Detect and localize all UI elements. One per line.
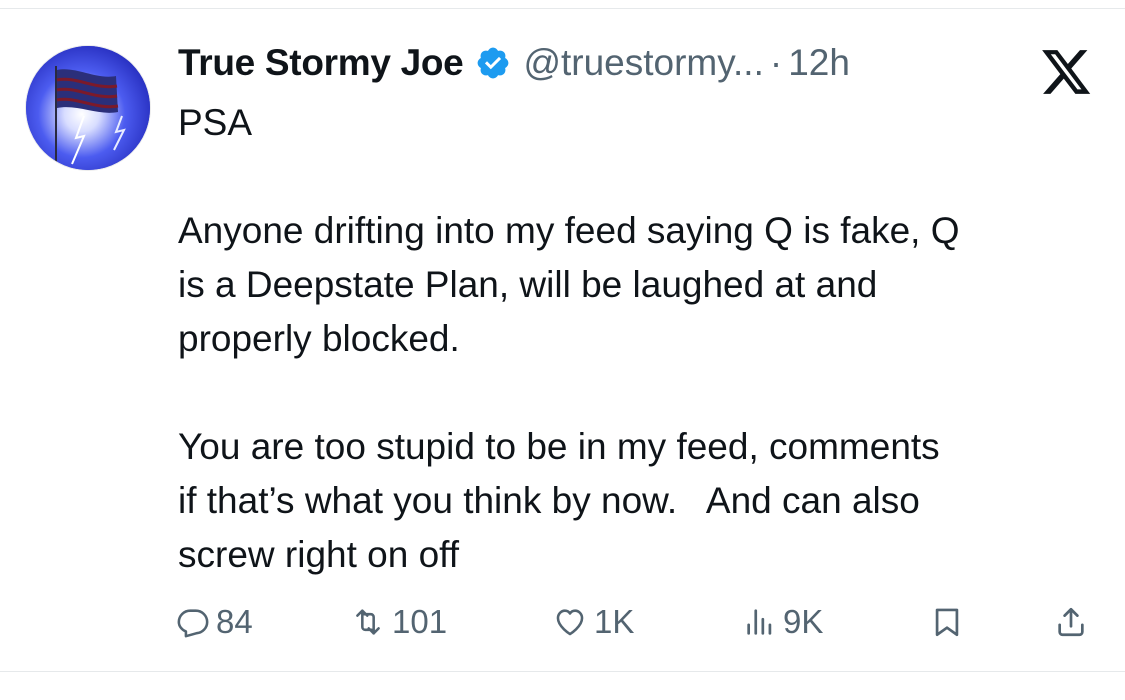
avatar[interactable] (26, 46, 150, 170)
retweet-button[interactable]: 101 (350, 600, 447, 644)
timestamp[interactable]: 12h (788, 42, 850, 84)
reply-count: 84 (216, 603, 253, 640)
bottom-divider (0, 671, 1125, 672)
like-count: 1K (594, 603, 635, 640)
bookmark-icon (930, 605, 964, 639)
like-button[interactable]: 1K (552, 600, 634, 644)
retweet-icon (350, 605, 386, 639)
separator-dot: · (769, 42, 783, 83)
bookmark-button[interactable] (930, 600, 964, 644)
flag-lightning-avatar-image (26, 46, 150, 170)
tweet-header: True Stormy Joe @truestormy... · 12h (178, 38, 850, 88)
share-icon (1054, 605, 1088, 639)
views-count: 9K (783, 603, 824, 640)
heart-icon (552, 605, 588, 639)
tweet-card: True Stormy Joe @truestormy... · 12h PSA… (0, 0, 1125, 700)
reply-button[interactable]: 84 (176, 600, 253, 644)
tweet-text: PSA Anyone drifting into my feed saying … (178, 102, 960, 575)
x-logo-icon[interactable] (1042, 50, 1092, 96)
top-divider (0, 8, 1125, 9)
user-handle[interactable]: @truestormy... (523, 42, 763, 84)
views-icon (743, 605, 777, 639)
retweet-count: 101 (392, 603, 448, 640)
share-button[interactable] (1054, 600, 1088, 644)
verified-badge-icon[interactable] (475, 45, 511, 81)
views-button[interactable]: 9K (743, 600, 823, 644)
display-name[interactable]: True Stormy Joe (178, 42, 464, 84)
reply-icon (176, 605, 210, 639)
